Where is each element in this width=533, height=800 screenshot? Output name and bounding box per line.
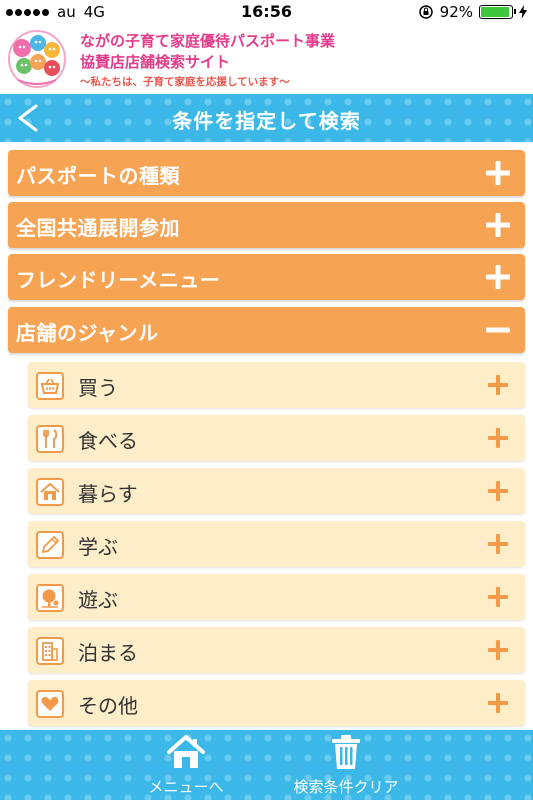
genre-item-other[interactable]: その他 [28, 680, 525, 726]
home-icon [167, 735, 205, 768]
plus-icon [486, 213, 510, 237]
category-passport-type[interactable]: パスポートの種類 [8, 150, 525, 196]
passport-logo-icon [8, 30, 66, 88]
category-label: フレンドリーメニュー [16, 268, 221, 292]
genre-label: 泊まる [78, 641, 138, 665]
header-title-line1: ながの子育て家庭優待パスポート事業 [80, 32, 336, 50]
building-icon [36, 637, 64, 665]
minus-icon [486, 327, 510, 333]
house-icon [36, 478, 64, 506]
battery-icon [479, 5, 516, 19]
menu-button-label: メニューへ [148, 778, 224, 796]
category-nationwide[interactable]: 全国共通展開参加 [8, 202, 525, 248]
plus-icon [488, 481, 508, 501]
plus-icon [488, 534, 508, 554]
bottom-toolbar: メニューへ 検索条件クリア [0, 730, 533, 800]
genre-label: その他 [78, 694, 138, 718]
genre-item-live[interactable]: 暮らす [28, 468, 525, 514]
genre-label: 食べる [78, 429, 138, 453]
plus-icon [488, 587, 508, 607]
fork-knife-icon [36, 425, 64, 453]
plus-icon [488, 375, 508, 395]
plus-icon [486, 265, 510, 289]
genre-item-stay[interactable]: 泊まる [28, 627, 525, 673]
basket-icon [36, 372, 64, 400]
charging-icon [519, 5, 527, 19]
plus-icon [486, 161, 510, 185]
heart-icon [36, 690, 64, 718]
category-label: 店舗のジャンル [16, 321, 159, 345]
clear-conditions-button[interactable]: 検索条件クリア [264, 734, 428, 798]
genre-label: 買う [78, 376, 118, 400]
genre-item-learn[interactable]: 学ぶ [28, 521, 525, 567]
category-shop-genre[interactable]: 店舗のジャンル [8, 307, 525, 353]
pencil-icon [36, 531, 64, 559]
genre-item-play[interactable]: 遊ぶ [28, 574, 525, 620]
plus-icon [488, 693, 508, 713]
search-conditions: パスポートの種類 全国共通展開参加 フレンドリーメニュー 店舗のジャンル 買う [0, 142, 533, 730]
header-subtitle: 〜私たちは、子育て家庭を応援しています〜 [80, 76, 290, 88]
battery-percent: 92% [439, 3, 473, 21]
menu-button[interactable]: メニューへ [124, 734, 248, 798]
header-title-line2: 協賛店店舗検索サイト [80, 53, 231, 71]
status-right: 92% [418, 3, 527, 21]
app-header: ながの子育て家庭優待パスポート事業 協賛店店舗検索サイト 〜私たちは、子育て家庭… [0, 24, 533, 94]
category-friendly-menu[interactable]: フレンドリーメニュー [8, 254, 525, 300]
status-bar: au 4G 16:56 92% [0, 0, 533, 24]
trash-icon [332, 735, 360, 769]
rotation-lock-icon [418, 5, 433, 19]
category-label: 全国共通展開参加 [16, 216, 180, 240]
tree-icon [36, 584, 64, 612]
category-label: パスポートの種類 [16, 164, 180, 188]
genre-label: 遊ぶ [78, 588, 118, 612]
genre-item-eat[interactable]: 食べる [28, 415, 525, 461]
genre-label: 暮らす [78, 482, 138, 506]
plus-icon [488, 428, 508, 448]
nav-bar: 条件を指定して検索 [0, 94, 533, 142]
page-title: 条件を指定して検索 [172, 109, 361, 133]
genre-label: 学ぶ [78, 535, 118, 559]
clear-button-label: 検索条件クリア [293, 778, 399, 796]
plus-icon [488, 640, 508, 660]
genre-item-buy[interactable]: 買う [28, 362, 525, 408]
